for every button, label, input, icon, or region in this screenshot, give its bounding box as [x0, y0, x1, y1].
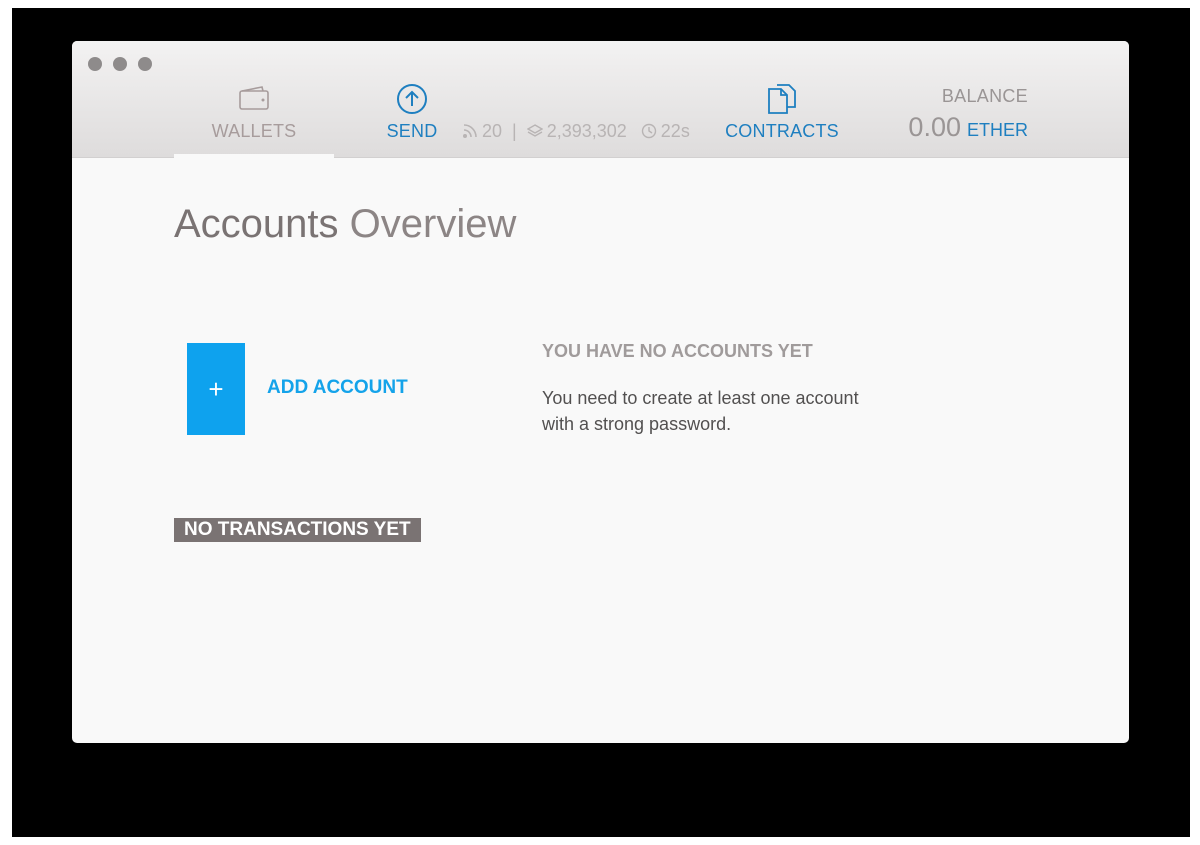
plus-icon[interactable]: +	[187, 343, 245, 435]
balance-unit: ETHER	[966, 120, 1028, 140]
no-transactions-badge: NO TRANSACTIONS YET	[174, 518, 421, 542]
balance-amount: 0.00	[908, 112, 961, 142]
clock-icon	[641, 123, 656, 139]
nav-label-wallets: WALLETS	[211, 121, 297, 141]
arrow-up-circle-icon	[396, 84, 428, 120]
block-number: 2,393,302	[546, 120, 627, 141]
top-navigation-bar: WALLETS SEND 20 | 2,393,302 22s CONTRACT…	[72, 41, 1129, 158]
window-minimize-dot[interactable]	[113, 57, 127, 71]
balance-display: 0.00 ETHER	[908, 112, 1028, 143]
status-divider: |	[512, 120, 517, 141]
wallet-icon	[238, 85, 270, 116]
nav-tab-wallets[interactable]: WALLETS	[174, 41, 334, 158]
peers-icon	[463, 124, 477, 138]
layers-icon	[526, 124, 543, 137]
peer-count: 20	[482, 120, 503, 141]
no-accounts-heading: YOU HAVE NO ACCOUNTS YET	[542, 341, 813, 361]
page-title-light: Overview	[349, 202, 517, 246]
nav-label-contracts: CONTRACTS	[725, 121, 839, 141]
window-zoom-dot[interactable]	[138, 57, 152, 71]
balance-label: BALANCE	[941, 86, 1028, 106]
window-close-dot[interactable]	[88, 57, 102, 71]
nav-label-send: SEND	[386, 121, 438, 141]
network-status: 20 | 2,393,302 22s	[462, 120, 690, 142]
add-account-label[interactable]: ADD ACCOUNT	[267, 377, 408, 399]
active-tab-indicator	[174, 154, 334, 158]
app-window: WALLETS SEND 20 | 2,393,302 22s CONTRACT…	[72, 41, 1129, 743]
block-time: 22s	[660, 120, 690, 141]
add-account-button[interactable]: + ADD ACCOUNT	[187, 343, 447, 435]
no-accounts-description: You need to create at least one account …	[542, 388, 859, 434]
page-title-strong: Accounts	[174, 202, 339, 246]
nav-tab-contracts[interactable]: CONTRACTS	[712, 41, 852, 157]
nav-tab-send[interactable]: SEND	[357, 41, 467, 157]
documents-icon	[765, 84, 799, 120]
page-title: Accounts Overview	[174, 202, 516, 247]
